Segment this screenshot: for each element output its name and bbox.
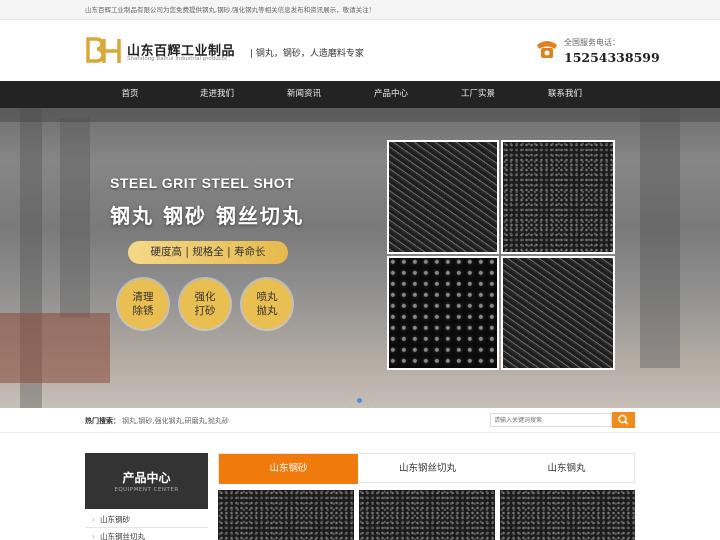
company-english-name: Shandong Baihui industrial products [127, 56, 227, 62]
nav-item-home[interactable]: 首页 [85, 81, 175, 108]
slider-dot[interactable] [344, 398, 349, 403]
nav-item-about[interactable]: 走进我们 [172, 81, 262, 108]
main-nav: 首页 走进我们 新闻资讯 产品中心 工厂实景 联系我们 [0, 81, 720, 108]
feature-circle-clean: 清理 除锈 [118, 279, 168, 329]
hot-search-keywords[interactable]: 钢丸,钢砂,强化钢丸,研磨丸,抛丸砂 [122, 416, 229, 426]
product-photo-steel-shot [387, 256, 499, 370]
product-photo-steel-grit [501, 140, 615, 254]
banner-bg-column [640, 108, 680, 368]
header-slogan: | 钢丸，钢砂，人造磨料专家 [250, 49, 364, 59]
product-center-title: 产品中心 [122, 471, 171, 485]
nav-item-contact[interactable]: 联系我们 [520, 81, 610, 108]
feature-circle-strengthen: 强化 打砂 [180, 279, 230, 329]
top-notice-text: 山东百辉工业制品有限公司为您免费提供钢丸,钢砂,强化钢丸等相关信息发布和资讯展示… [85, 6, 376, 14]
hero-banner[interactable]: STEEL GRIT STEEL SHOT 钢丸 钢砂 钢丝切丸 硬度高 | 规… [0, 108, 720, 408]
top-notice-bar: 山东百辉工业制品有限公司为您免费提供钢丸,钢砂,强化钢丸等相关信息发布和资讯展示… [0, 0, 720, 20]
slider-dot-active[interactable] [357, 398, 362, 403]
search-input[interactable] [490, 413, 612, 427]
feature-circle-line2: 抛丸 [256, 305, 278, 317]
feature-circle-line1: 强化 [194, 291, 216, 303]
phone-icon [537, 41, 557, 58]
banner-headline-en: STEEL GRIT STEEL SHOT [110, 175, 295, 191]
search-button[interactable] [612, 412, 635, 428]
search-icon [618, 414, 629, 425]
hot-search-bar: 热门搜索： 钢丸,钢砂,强化钢丸,研磨丸,抛丸砂 [0, 408, 720, 433]
banner-bg-beam [0, 108, 720, 122]
feature-circle-line2: 除锈 [132, 305, 154, 317]
hot-search-label: 热门搜索： [85, 417, 120, 425]
logo-icon[interactable] [85, 37, 123, 65]
banner-bg-column [60, 118, 90, 318]
nav-item-news[interactable]: 新闻资讯 [259, 81, 349, 108]
product-photo-cut-shot [501, 256, 615, 370]
tab-cut-wire[interactable]: 山东钢丝切丸 [358, 454, 497, 484]
hotline-label: 全国服务电话： [564, 38, 620, 47]
nav-item-products[interactable]: 产品中心 [346, 81, 436, 108]
feature-circle-line1: 喷丸 [256, 291, 278, 303]
product-thumbnail[interactable] [218, 490, 354, 540]
product-thumbnail[interactable] [359, 490, 495, 540]
hotline-number: 15254338599 [564, 50, 660, 65]
banner-headline-cn: 钢丸 钢砂 钢丝切丸 [110, 204, 304, 228]
banner-bg-machine [0, 313, 110, 383]
product-center-header: 产品中心 EQUIPMENT CENTER [85, 453, 208, 509]
banner-features-pill: 硬度高 | 规格全 | 寿命长 [128, 241, 288, 264]
feature-circle-blast: 喷丸 抛丸 [242, 279, 292, 329]
slider-dot[interactable] [370, 398, 375, 403]
category-item-cut-wire[interactable]: 山东钢丝切丸 [85, 529, 208, 540]
category-item-steel-grit[interactable]: 山东钢砂 [85, 512, 208, 528]
product-thumbnail[interactable] [500, 490, 635, 540]
product-center-subtitle: EQUIPMENT CENTER [114, 487, 179, 493]
site-header: 山东百辉工业制品 Shandong Baihui industrial prod… [0, 21, 720, 81]
product-photo-cut-wire [387, 140, 499, 254]
feature-circle-line1: 清理 [132, 291, 154, 303]
feature-circle-line2: 打砂 [194, 305, 216, 317]
tab-steel-grit[interactable]: 山东钢砂 [219, 454, 358, 484]
banner-features-text: 硬度高 | 规格全 | 寿命长 [150, 246, 266, 258]
nav-item-factory[interactable]: 工厂实景 [433, 81, 523, 108]
product-tabs: 山东钢砂 山东钢丝切丸 山东钢丸 [218, 453, 636, 484]
tab-steel-shot[interactable]: 山东钢丸 [497, 454, 636, 484]
